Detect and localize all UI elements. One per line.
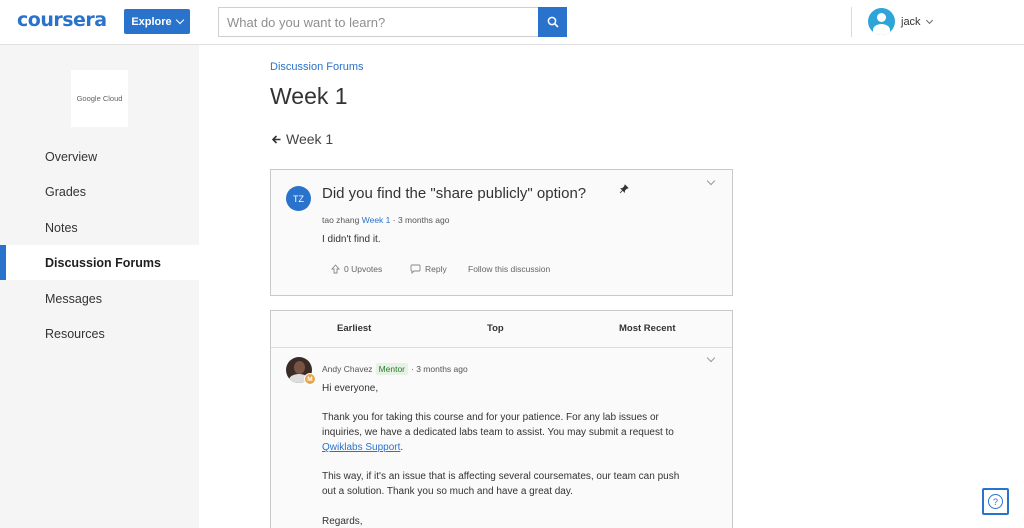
- reply-paragraph-2-line-1: This way, if it's an issue that is affec…: [322, 471, 680, 482]
- upvote-count: 0 Upvotes: [344, 264, 383, 274]
- reply-paragraph-1-line-3: Qwiklabs Support.: [322, 440, 674, 455]
- sidebar-item-label: Discussion Forums: [45, 255, 161, 270]
- reply-regards: Regards,: [322, 516, 363, 527]
- thread-actions: 0 Upvotes Reply Follow this discussion: [331, 264, 550, 274]
- reply-author[interactable]: Andy Chavez: [322, 364, 373, 374]
- user-menu[interactable]: jack: [868, 8, 933, 35]
- chevron-down-icon[interactable]: [706, 176, 716, 186]
- help-button[interactable]: ?: [982, 488, 1009, 515]
- sidebar-item-resources[interactable]: Resources: [0, 316, 199, 351]
- reply-paragraph-2: This way, if it's an issue that is affec…: [322, 469, 679, 499]
- reply-paragraph-1: Thank you for taking this course and for…: [322, 410, 674, 455]
- search-icon: [547, 16, 559, 28]
- username: jack: [901, 15, 921, 28]
- tab-most-recent[interactable]: Most Recent: [619, 323, 675, 334]
- header-divider: [851, 7, 852, 37]
- course-sidebar: Google Cloud Overview Grades Notes Discu…: [0, 45, 199, 528]
- search-input[interactable]: [218, 7, 539, 37]
- back-link-label: Week 1: [286, 131, 334, 147]
- sidebar-item-label: Notes: [45, 220, 78, 235]
- thread-meta: tao zhang Week 1 · 3 months ago: [322, 215, 449, 225]
- upvote-button[interactable]: 0 Upvotes: [331, 264, 410, 274]
- reply-greeting: Hi everyone,: [322, 383, 379, 394]
- course-logo[interactable]: Google Cloud: [71, 70, 128, 127]
- thread-forum-link[interactable]: Week 1: [362, 215, 391, 225]
- mentor-tag: Mentor: [375, 363, 409, 375]
- pin-icon: [619, 184, 629, 194]
- reply-time: · 3 months ago: [411, 364, 468, 374]
- sidebar-item-label: Resources: [45, 326, 105, 341]
- reply-label: Reply: [425, 264, 447, 274]
- chevron-down-icon: [175, 15, 184, 24]
- thread-body: I didn't find it.: [322, 234, 381, 245]
- replies-card: Earliest Top Most Recent M Andy Chavez M…: [270, 310, 733, 528]
- user-avatar-icon: [868, 8, 895, 35]
- course-logo-text: Google Cloud: [76, 94, 123, 103]
- follow-discussion-button[interactable]: Follow this discussion: [468, 264, 550, 274]
- sidebar-item-discussion-forums[interactable]: Discussion Forums: [0, 245, 199, 280]
- page-title: Week 1: [270, 83, 348, 109]
- back-link[interactable]: Week 1: [272, 131, 333, 147]
- thread-time: · 3 months ago: [392, 215, 450, 225]
- comment-icon: [410, 264, 421, 274]
- top-navigation-bar: coursera Explore jack: [0, 0, 1024, 45]
- explore-label: Explore: [131, 15, 172, 28]
- sidebar-item-label: Overview: [45, 149, 98, 164]
- sidebar-item-grades[interactable]: Grades: [0, 174, 199, 209]
- chevron-down-icon[interactable]: [706, 353, 716, 363]
- follow-label: Follow this discussion: [468, 264, 551, 274]
- sidebar-item-label: Grades: [45, 184, 86, 199]
- link-suffix: .: [400, 442, 404, 453]
- qwiklabs-support-link[interactable]: Qwiklabs Support: [322, 442, 400, 453]
- thread-author[interactable]: tao zhang: [322, 215, 359, 225]
- thread-title: Did you find the "share publicly" option…: [322, 185, 587, 202]
- reply-meta: Andy Chavez Mentor · 3 months ago: [322, 363, 468, 375]
- reply-paragraph-1-line-1: Thank you for taking this course and for…: [322, 412, 659, 423]
- tab-earliest[interactable]: Earliest: [337, 323, 371, 334]
- arrow-left-icon: [272, 134, 281, 144]
- explore-button[interactable]: Explore: [124, 9, 190, 34]
- sidebar-item-label: Messages: [45, 291, 102, 306]
- tab-top[interactable]: Top: [487, 323, 504, 334]
- help-icon: ?: [988, 494, 1003, 509]
- sidebar-item-notes[interactable]: Notes: [0, 210, 199, 245]
- reply-button[interactable]: Reply: [410, 264, 468, 274]
- author-avatar[interactable]: TZ: [286, 186, 311, 211]
- search-button[interactable]: [538, 7, 567, 37]
- coursera-logo[interactable]: coursera: [17, 9, 107, 31]
- sidebar-item-overview[interactable]: Overview: [0, 139, 199, 174]
- thread-card: TZ Did you find the "share publicly" opt…: [270, 169, 733, 296]
- reply-paragraph-1-line-2: inquiries, we have a dedicated labs team…: [322, 427, 674, 438]
- chevron-down-icon: [925, 16, 933, 24]
- sort-tabs: Earliest Top Most Recent: [271, 311, 732, 348]
- upvote-arrow-icon: [331, 264, 340, 274]
- reply-paragraph-2-line-2: out a solution. Thank you so much and ha…: [322, 486, 573, 497]
- mentor-badge-icon: M: [304, 373, 316, 385]
- breadcrumb[interactable]: Discussion Forums: [270, 61, 364, 73]
- sidebar-item-messages[interactable]: Messages: [0, 281, 199, 316]
